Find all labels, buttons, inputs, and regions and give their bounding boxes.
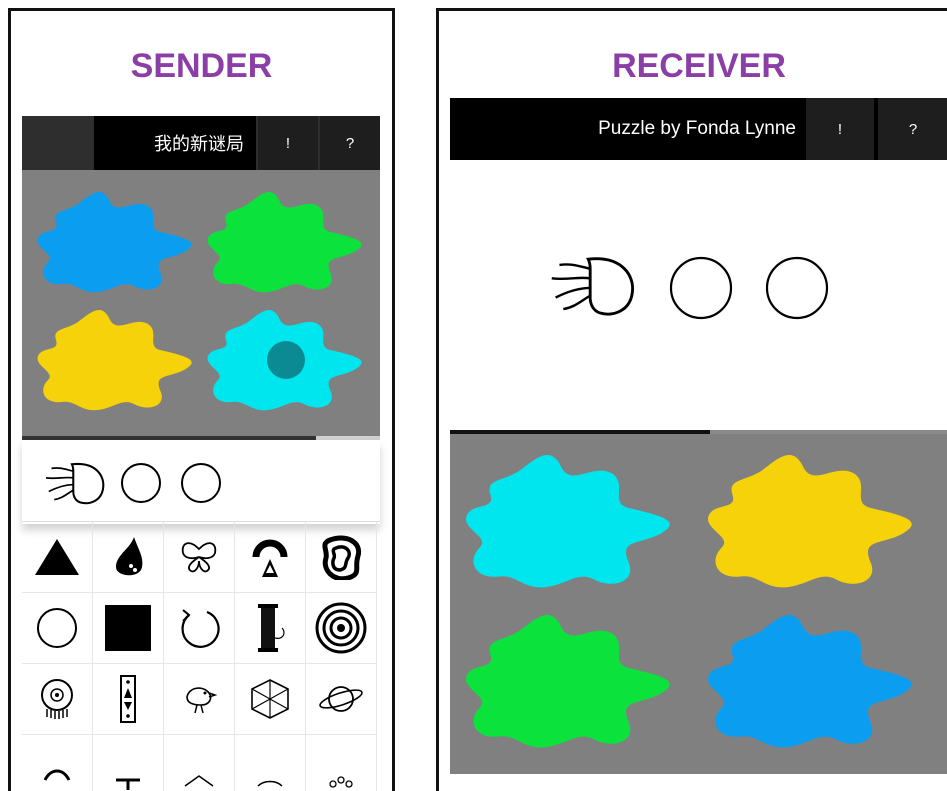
alert-button[interactable]: ! (806, 98, 874, 160)
blob-shape (707, 454, 912, 588)
blob-blue[interactable] (36, 186, 204, 298)
target-icon[interactable] (306, 593, 377, 664)
blob-shape (37, 310, 192, 411)
puzzle-name-label: Puzzle by Fonda Lynne (598, 118, 796, 139)
blob-yellow[interactable] (36, 304, 204, 416)
square-icon[interactable] (93, 593, 164, 664)
planet-icon[interactable] (306, 664, 377, 735)
sender-answer-row (22, 440, 380, 524)
receiver-title: RECEIVER (612, 47, 786, 85)
polyhedron-icon[interactable] (235, 664, 306, 735)
drop-icon[interactable] (93, 522, 164, 593)
blob-green[interactable] (206, 186, 374, 298)
puzzle-name-label: 我的新谜局 (94, 116, 256, 170)
spool-icon[interactable] (235, 593, 306, 664)
sender-color-board (22, 170, 380, 436)
receiver-phone: RECEIVER Puzzle by Fonda Lynne ! ? (436, 8, 947, 791)
empty-circle-icon[interactable] (180, 462, 222, 504)
arc-icon[interactable] (235, 735, 306, 791)
t-shape-icon[interactable] (93, 735, 164, 791)
sender-title: SENDER (130, 47, 273, 85)
blob-shape (465, 454, 670, 588)
help-button[interactable]: ? (320, 116, 380, 170)
sender-phone: SENDER 我的新谜局 ! ? (8, 8, 395, 791)
receiver-top-bar: Puzzle by Fonda Lynne ! ? (450, 98, 947, 160)
refresh-icon[interactable] (164, 593, 235, 664)
bird-icon[interactable] (164, 664, 235, 735)
help-button[interactable]: ? (878, 98, 947, 160)
blob-blue[interactable] (706, 606, 928, 756)
blob-green[interactable] (464, 606, 686, 756)
eye-icon[interactable] (22, 664, 93, 735)
blob-shape (465, 614, 670, 748)
tent-icon[interactable] (164, 735, 235, 791)
blob-yellow[interactable] (706, 446, 928, 596)
dots-icon[interactable] (306, 735, 377, 791)
totem-icon[interactable] (93, 664, 164, 735)
jellyfish-icon[interactable] (546, 253, 642, 321)
arch-icon[interactable] (235, 522, 306, 593)
receiver-answer-area (450, 161, 947, 431)
empty-circle-icon[interactable] (764, 255, 830, 321)
alert-button[interactable]: ! (258, 116, 318, 170)
empty-circle-icon[interactable] (668, 255, 734, 321)
symbol-palette (22, 521, 380, 791)
blob-cyan[interactable] (464, 446, 686, 596)
blob-shape (37, 192, 192, 293)
butterfly-icon[interactable] (164, 522, 235, 593)
blob-shape (707, 614, 912, 748)
selection-marker (267, 341, 305, 379)
blob-cyan[interactable] (206, 304, 374, 416)
swirl-icon[interactable] (306, 522, 377, 593)
empty-circle-icon[interactable] (120, 462, 162, 504)
knot-icon[interactable] (22, 735, 93, 791)
receiver-color-board (450, 434, 947, 774)
triangle-icon[interactable] (22, 522, 93, 593)
circle-icon[interactable] (22, 593, 93, 664)
blob-shape (207, 192, 362, 293)
jellyfish-icon[interactable] (42, 460, 110, 508)
sender-top-bar: 我的新谜局 ! ? (22, 116, 380, 170)
